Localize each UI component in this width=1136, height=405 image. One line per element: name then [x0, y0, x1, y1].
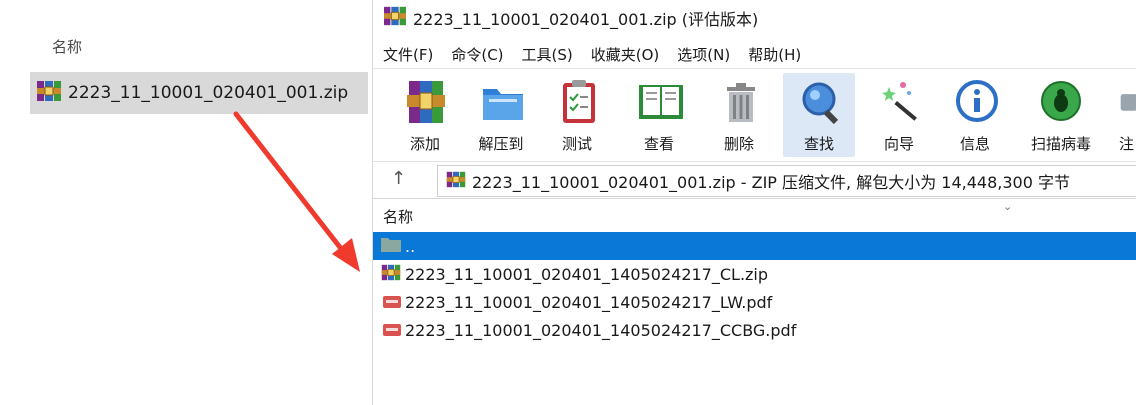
pdf-file-icon — [383, 293, 401, 312]
comment-button[interactable]: 注 — [1113, 73, 1136, 157]
menu-favorites[interactable]: 收藏夹(O) — [591, 42, 660, 67]
zip-file-icon — [381, 263, 401, 286]
list-item-pdf[interactable]: 2223_11_10001_020401_1405024217_CCBG.pdf — [373, 316, 1136, 344]
scan-virus-label: 扫描病毒 — [1030, 135, 1091, 153]
window-title: 2223_11_10001_020401_001.zip (评估版本) — [413, 10, 759, 29]
test-label: 测试 — [561, 135, 592, 153]
find-label: 查找 — [803, 135, 834, 153]
folder-icon — [381, 236, 401, 256]
winrar-app-icon — [383, 5, 407, 31]
pdf-file-icon — [383, 321, 401, 340]
menu-commands[interactable]: 命令(C) — [451, 42, 503, 67]
menu-options[interactable]: 选项(N) — [677, 42, 730, 67]
wizard-wand-icon — [882, 82, 917, 121]
comment-icon — [1120, 94, 1136, 111]
list-item-pdf[interactable]: 2223_11_10001_020401_1405024217_LW.pdf — [373, 288, 1136, 316]
name-column-header[interactable]: 名称 — [383, 206, 413, 227]
up-arrow-icon[interactable]: ↑ — [391, 168, 406, 189]
add-archive-icon — [407, 81, 445, 123]
view-book-icon — [639, 85, 683, 119]
menu-bar: 文件(F) 命令(C) 工具(S) 收藏夹(O) 选项(N) 帮助(H) — [373, 40, 809, 68]
extract-to-button[interactable]: 解压到 — [465, 73, 537, 157]
add-button[interactable]: 添加 — [389, 73, 461, 157]
scan-virus-button[interactable]: 扫描病毒 — [1021, 73, 1101, 157]
view-button[interactable]: 查看 — [623, 73, 695, 157]
list-item-name: .. — [405, 236, 416, 256]
trash-icon — [727, 83, 755, 122]
archive-path-field[interactable]: 2223_11_10001_020401_001.zip - ZIP 压缩文件,… — [437, 165, 1136, 197]
virus-scan-icon — [1041, 81, 1081, 121]
list-item-name: 2223_11_10001_020401_1405024217_LW.pdf — [405, 292, 773, 312]
list-item-parent-folder[interactable]: .. — [373, 232, 1136, 260]
magnifier-icon — [802, 82, 839, 125]
menu-file[interactable]: 文件(F) — [383, 42, 433, 67]
winrar-archive-icon — [36, 79, 62, 107]
toolbar: 添加 解压到 测试 查看 删除 查找 向导 信息 扫描病毒 注 — [373, 68, 1136, 162]
menu-tools[interactable]: 工具(S) — [522, 42, 573, 67]
comment-label: 注 — [1119, 135, 1135, 153]
extract-to-label: 解压到 — [478, 135, 524, 153]
explorer-file-name: 2223_11_10001_020401_001.zip — [68, 83, 349, 103]
wizard-button[interactable]: 向导 — [863, 73, 935, 157]
sort-chevron-icon: ⌄ — [1003, 200, 1013, 213]
title-bar: 2223_11_10001_020401_001.zip (评估版本) — [373, 0, 1136, 36]
list-item-name: 2223_11_10001_020401_1405024217_CCBG.pdf — [405, 320, 797, 340]
file-list-header: 名称 ⌄ — [373, 200, 1136, 230]
file-explorer-pane: 名称 2223_11_10001_020401_001.zip — [0, 0, 372, 405]
test-button[interactable]: 测试 — [541, 73, 613, 157]
address-bar: ↑ 2223_11_10001_020401_001.zip - ZIP 压缩文… — [373, 162, 1136, 199]
add-label: 添加 — [409, 135, 440, 153]
info-label: 信息 — [959, 135, 990, 153]
list-item-name: 2223_11_10001_020401_1405024217_CL.zip — [405, 264, 769, 284]
zip-file-icon — [446, 170, 466, 193]
view-label: 查看 — [643, 135, 674, 153]
test-clipboard-icon — [563, 80, 595, 123]
menu-help[interactable]: 帮助(H) — [748, 42, 801, 67]
explorer-file-item[interactable]: 2223_11_10001_020401_001.zip — [30, 72, 368, 114]
wizard-label: 向导 — [883, 135, 914, 153]
delete-label: 删除 — [723, 135, 754, 153]
info-button[interactable]: 信息 — [939, 73, 1011, 157]
archive-info-text: 2223_11_10001_020401_001.zip - ZIP 压缩文件,… — [472, 173, 1070, 192]
extract-folder-icon — [483, 89, 523, 120]
winrar-window: 2223_11_10001_020401_001.zip (评估版本) 文件(F… — [372, 0, 1136, 405]
explorer-name-column-header[interactable]: 名称 — [52, 36, 82, 57]
info-icon — [956, 80, 998, 122]
list-item-zip[interactable]: 2223_11_10001_020401_1405024217_CL.zip — [373, 260, 1136, 288]
find-button[interactable]: 查找 — [783, 73, 855, 157]
delete-button[interactable]: 删除 — [703, 73, 775, 157]
